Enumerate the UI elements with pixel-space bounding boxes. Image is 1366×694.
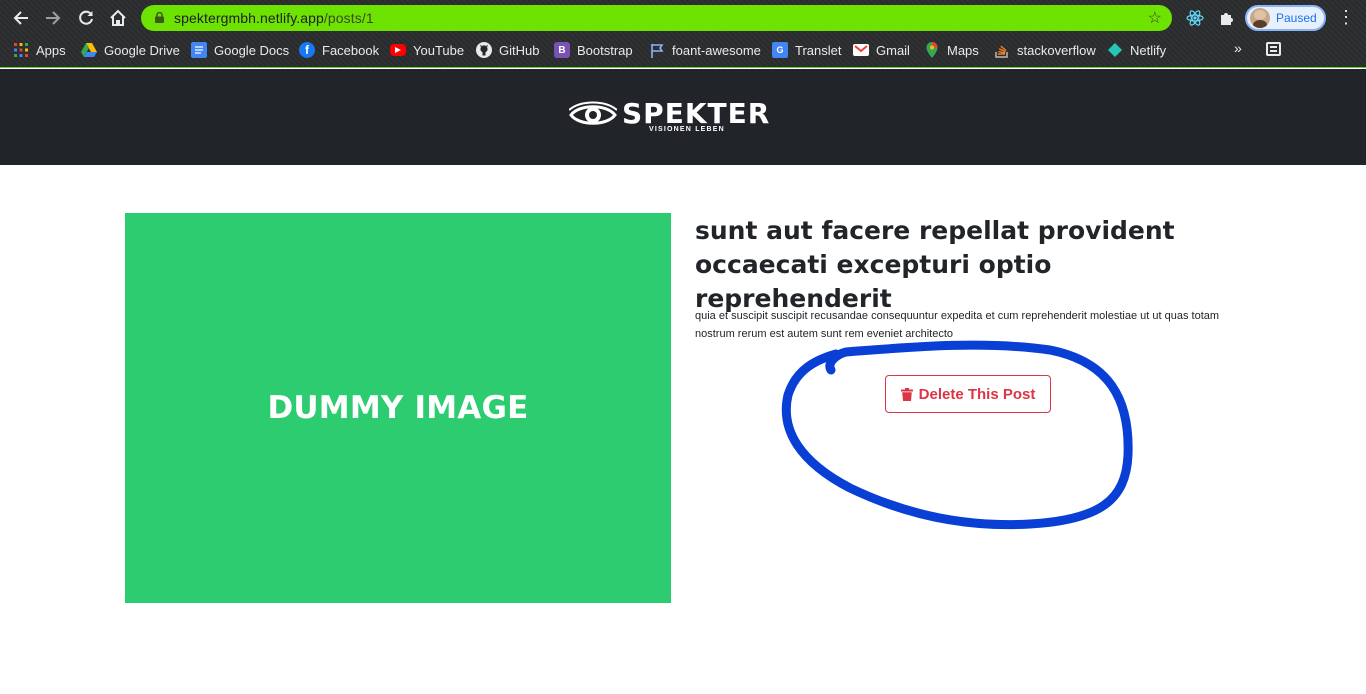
profile-button[interactable]: Paused — [1245, 5, 1326, 31]
facebook-icon: f — [299, 42, 315, 58]
bookmark-label: foant-awesome — [672, 42, 761, 58]
url-text[interactable]: spektergmbh.netlify.app/posts/1 — [174, 10, 374, 26]
bookmark-apps[interactable]: Apps — [13, 41, 66, 59]
profile-status: Paused — [1276, 11, 1317, 25]
bookmark-facebook[interactable]: f Facebook — [299, 41, 379, 59]
chevron-double-right-icon[interactable]: » — [1234, 40, 1242, 56]
address-bar[interactable]: spektergmbh.netlify.app/posts/1 ☆ — [141, 5, 1172, 31]
google-drive-icon — [81, 42, 97, 58]
bookmark-label: Maps — [947, 42, 979, 58]
bookmark-github[interactable]: GitHub — [476, 41, 539, 59]
bookmark-youtube[interactable]: YouTube — [390, 41, 464, 59]
youtube-icon — [390, 44, 406, 56]
reload-icon[interactable] — [74, 6, 98, 30]
site-header: SPEKTER VISIONEN LEBEN — [0, 69, 1366, 165]
github-icon — [476, 42, 492, 58]
google-translate-icon: G — [772, 42, 788, 58]
google-docs-icon — [191, 42, 207, 58]
post-image: DUMMY IMAGE — [125, 213, 671, 603]
bookmark-label: stackoverflow — [1017, 42, 1096, 58]
bookmark-label: GitHub — [499, 42, 540, 58]
bookmark-label: Facebook — [322, 42, 380, 58]
bookmark-google-docs[interactable]: Google Docs — [191, 41, 289, 59]
bookmark-label: Bootstrap — [577, 42, 633, 58]
apps-grid-icon — [13, 42, 29, 58]
maps-icon — [924, 42, 940, 58]
extensions-puzzle-icon[interactable] — [1216, 8, 1236, 28]
post-title: sunt aut facere repellat provident occae… — [695, 216, 1175, 313]
delete-post-label: Delete This Post — [918, 385, 1036, 403]
bookmark-label: Translet — [795, 42, 842, 58]
home-icon[interactable] — [106, 6, 130, 30]
bookmark-label: Google Drive — [104, 42, 180, 58]
bookmark-label: Google Docs — [214, 42, 290, 58]
bookmark-translate[interactable]: G Translet — [772, 41, 841, 59]
browser-toolbar: spektergmbh.netlify.app/posts/1 ☆ Paused… — [0, 0, 1366, 68]
bookmark-maps[interactable]: Maps — [924, 41, 979, 59]
gmail-icon — [853, 44, 869, 56]
url-host: spektergmbh.netlify.app — [174, 10, 324, 26]
post-body: quia et suscipit suscipit recusandae con… — [695, 310, 1220, 340]
more-vert-icon[interactable]: ⋮ — [1337, 6, 1355, 30]
bootstrap-icon: B — [554, 42, 570, 58]
trash-icon — [900, 387, 913, 401]
bookmark-gmail[interactable]: Gmail — [853, 41, 910, 59]
logo-tagline: VISIONEN LEBEN — [649, 126, 725, 133]
bookmark-netlify[interactable]: Netlify — [1107, 41, 1166, 59]
avatar — [1250, 8, 1270, 28]
flag-icon — [649, 42, 665, 58]
delete-post-button[interactable]: Delete This Post — [885, 375, 1051, 413]
reading-list-icon[interactable] — [1266, 42, 1281, 56]
eye-icon — [569, 101, 617, 125]
bookmark-label: Apps — [36, 42, 66, 58]
spekter-logo[interactable]: SPEKTER VISIONEN LEBEN — [569, 98, 799, 138]
back-arrow-icon[interactable] — [9, 6, 33, 30]
post-image-text: DUMMY IMAGE — [267, 390, 529, 426]
forward-arrow-icon[interactable] — [41, 6, 65, 30]
bookmark-label: Netlify — [1130, 42, 1167, 58]
bookmark-font-awesome[interactable]: foant-awesome — [649, 41, 761, 59]
stackoverflow-icon — [994, 42, 1010, 58]
bookmark-bootstrap[interactable]: B Bootstrap — [554, 41, 633, 59]
url-path: /posts/1 — [323, 10, 374, 26]
lock-icon[interactable] — [155, 12, 164, 23]
react-devtools-icon[interactable] — [1185, 8, 1205, 28]
bookmark-stackoverflow[interactable]: stackoverflow — [994, 41, 1096, 59]
bookmark-star-icon[interactable]: ☆ — [1148, 8, 1162, 28]
bookmark-label: YouTube — [413, 42, 465, 58]
bookmark-google-drive[interactable]: Google Drive — [81, 41, 180, 59]
bookmark-label: Gmail — [876, 42, 910, 58]
netlify-icon — [1107, 42, 1123, 58]
bookmarks-bar: Apps Google Drive Google Docs f Facebook… — [0, 37, 1366, 63]
